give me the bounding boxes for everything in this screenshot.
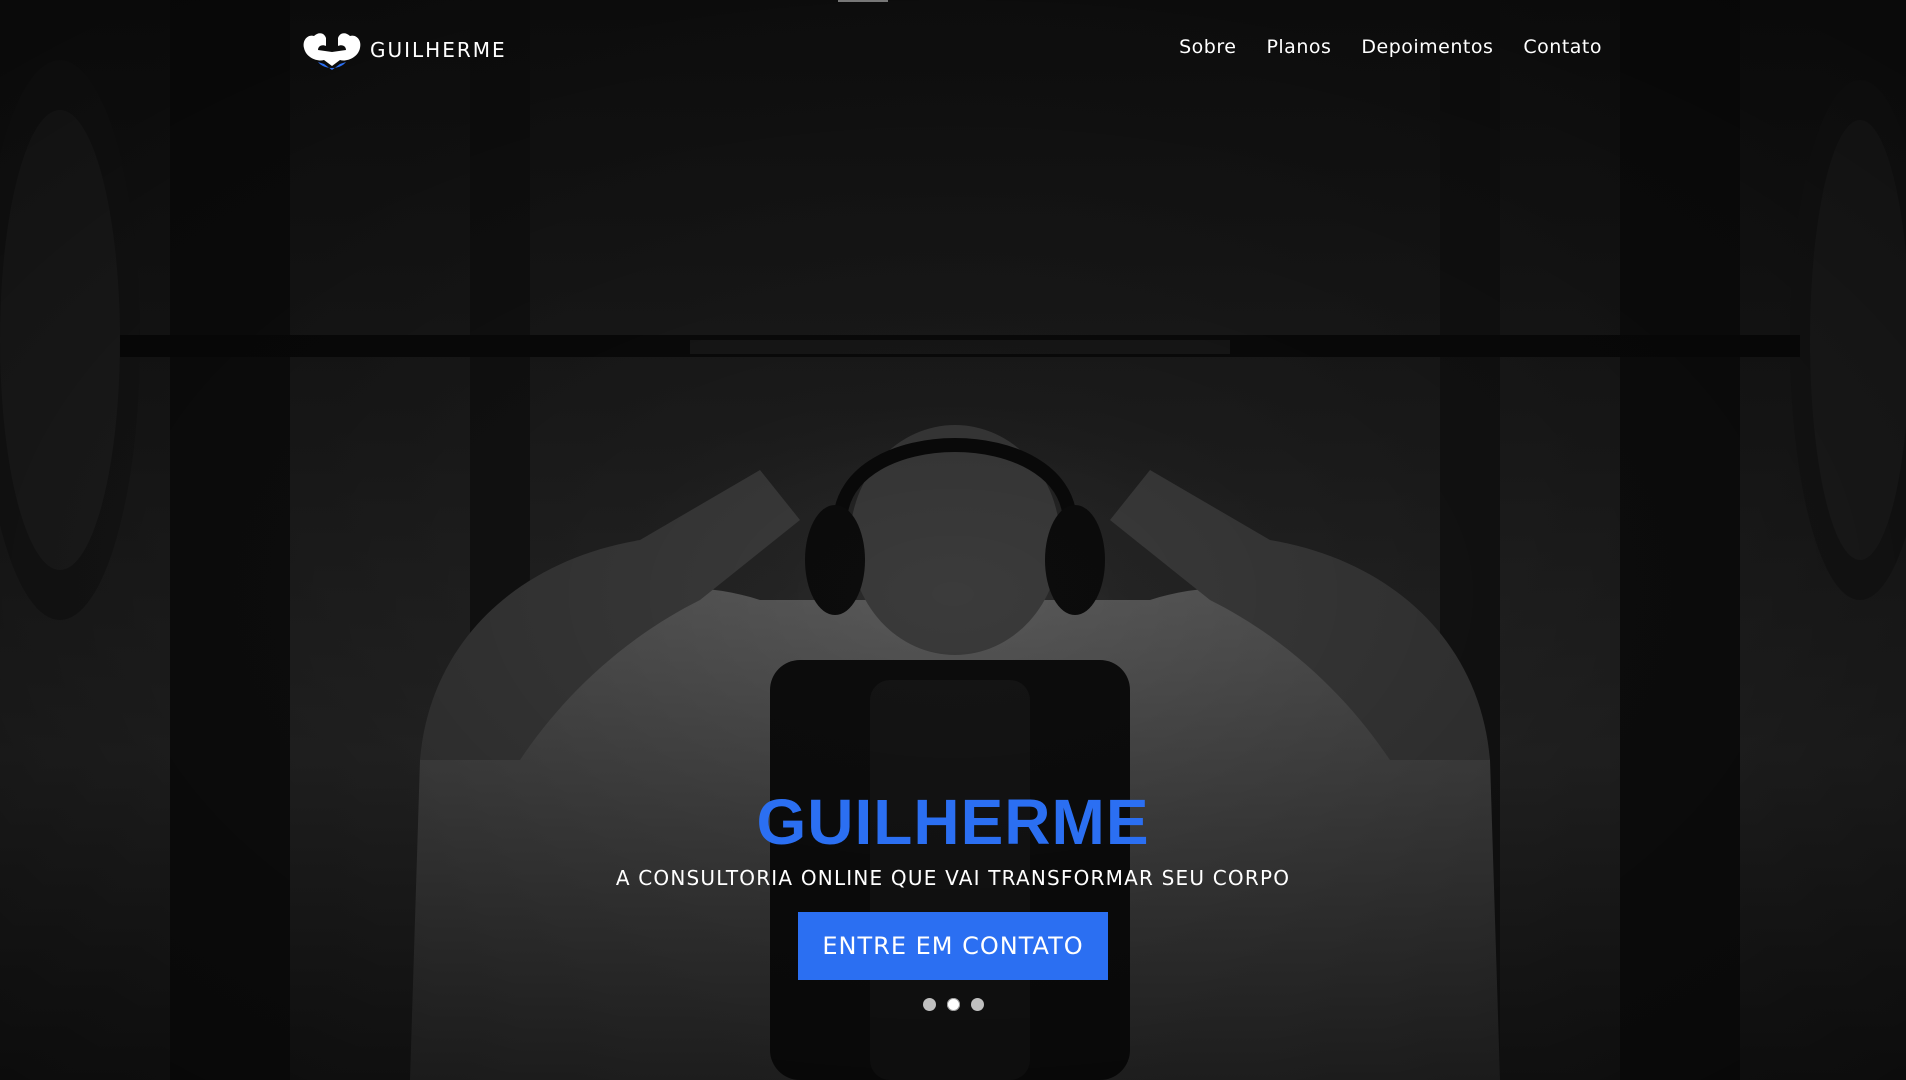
brand-name: GUILHERME <box>370 38 507 62</box>
hero-section: GUILHERME Sobre Planos Depoimentos Conta… <box>0 0 1906 1080</box>
contact-cta-button[interactable]: ENTRE EM CONTATO <box>798 912 1108 980</box>
nav-link-sobre[interactable]: Sobre <box>1179 36 1236 58</box>
carousel-dot-1[interactable] <box>922 998 936 1011</box>
navbar: GUILHERME Sobre Planos Depoimentos Conta… <box>0 0 1906 100</box>
hero-title: GUILHERME <box>756 786 1150 858</box>
main-nav: Sobre Planos Depoimentos Contato <box>1179 36 1602 58</box>
hero-subtitle: A CONSULTORIA ONLINE QUE VAI TRANSFORMAR… <box>615 866 1291 890</box>
nav-link-depoimentos[interactable]: Depoimentos <box>1361 36 1493 58</box>
brand-logo-link[interactable]: GUILHERME <box>300 26 507 74</box>
carousel-dot-3[interactable] <box>970 998 984 1011</box>
hero-content: GUILHERME A CONSULTORIA ONLINE QUE VAI T… <box>0 786 1906 980</box>
nav-link-planos[interactable]: Planos <box>1266 36 1331 58</box>
flexing-arms-icon <box>303 33 361 70</box>
carousel-indicators <box>0 998 1906 1011</box>
nav-link-contato[interactable]: Contato <box>1523 36 1602 58</box>
carousel-dot-2[interactable] <box>946 998 960 1011</box>
